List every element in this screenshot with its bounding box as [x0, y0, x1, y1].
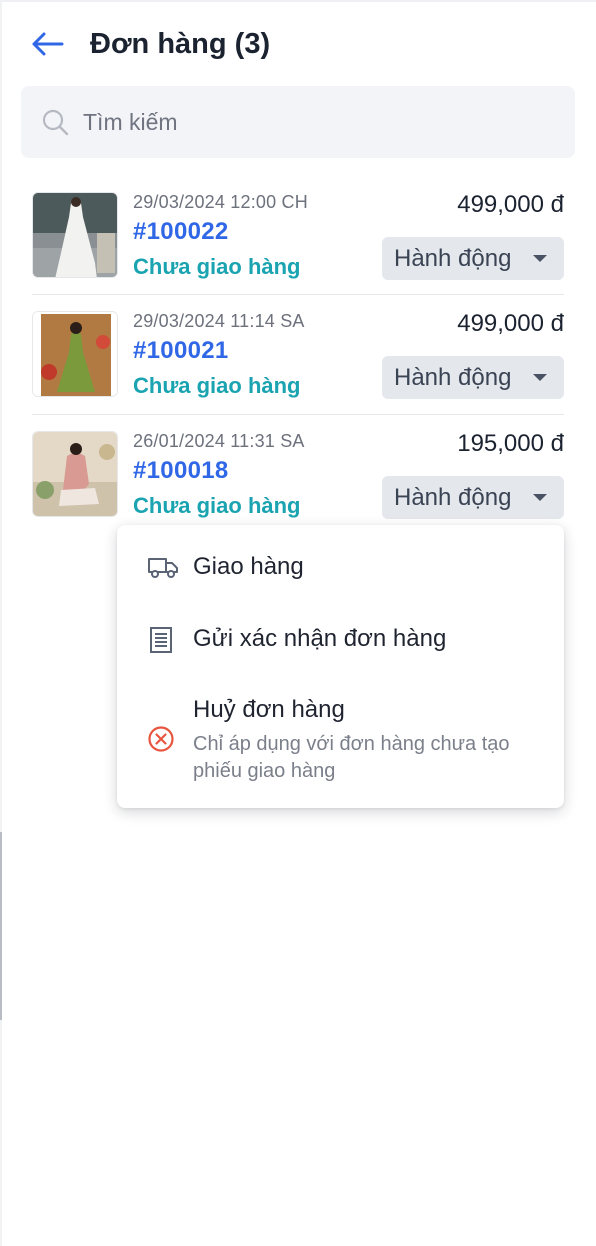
action-label: Hành động — [394, 244, 512, 272]
menu-item-deliver[interactable]: Giao hàng — [117, 551, 564, 591]
order-amount: 195,000 đ — [457, 430, 564, 457]
action-menu: Giao hàng Gửi xác nhận đơn hàng Huỷ đơn … — [117, 525, 564, 808]
frame-left-edge — [0, 0, 2, 1246]
arrow-left-icon — [32, 32, 64, 56]
order-date: 29/03/2024 11:14 SA — [133, 311, 305, 331]
chevron-down-icon — [533, 494, 547, 501]
receipt-icon — [150, 627, 172, 653]
action-dropdown-button[interactable]: Hành động — [382, 356, 564, 399]
order-status: Chưa giao hàng — [133, 254, 301, 279]
page-header: Đơn hàng (3) — [0, 0, 596, 86]
order-id-link[interactable]: #100021 — [133, 337, 229, 365]
menu-item-label: Giao hàng — [193, 553, 304, 580]
action-label: Hành động — [394, 363, 512, 391]
back-button[interactable] — [28, 26, 66, 62]
order-date: 29/03/2024 12:00 CH — [133, 192, 308, 212]
product-thumbnail — [32, 192, 118, 278]
order-id-link[interactable]: #100018 — [133, 457, 229, 485]
truck-icon — [148, 558, 178, 578]
order-row[interactable]: 29/03/2024 11:14 SA #100021 Chưa giao hà… — [32, 311, 564, 431]
menu-item-label: Huỷ đơn hàng — [193, 696, 345, 723]
scroll-indicator — [0, 832, 2, 1020]
chevron-down-icon — [533, 255, 547, 262]
menu-item-send-confirmation[interactable]: Gửi xác nhận đơn hàng — [117, 623, 564, 663]
action-dropdown-button[interactable]: Hành động — [382, 237, 564, 280]
product-thumbnail — [32, 311, 118, 397]
search-icon — [42, 109, 69, 136]
cancel-circle-icon — [148, 726, 174, 752]
order-amount: 499,000 đ — [457, 191, 564, 218]
action-label: Hành động — [394, 483, 512, 511]
page-title: Đơn hàng (3) — [90, 28, 271, 60]
search-bar[interactable] — [21, 86, 575, 158]
order-status: Chưa giao hàng — [133, 493, 301, 518]
action-dropdown-button[interactable]: Hành động — [382, 476, 564, 519]
order-date: 26/01/2024 11:31 SA — [133, 431, 305, 451]
menu-item-label: Gửi xác nhận đơn hàng — [193, 625, 447, 652]
menu-item-cancel-order[interactable]: Huỷ đơn hàng Chỉ áp dụng với đơn hàng ch… — [117, 695, 564, 787]
order-status: Chưa giao hàng — [133, 373, 301, 398]
search-input[interactable] — [83, 104, 553, 140]
product-thumbnail — [32, 431, 118, 517]
chevron-down-icon — [533, 374, 547, 381]
order-id-link[interactable]: #100022 — [133, 218, 229, 246]
divider — [32, 414, 564, 415]
menu-item-description: Chỉ áp dụng với đơn hàng chưa tạo phiếu … — [193, 733, 510, 782]
divider — [32, 294, 564, 295]
order-amount: 499,000 đ — [457, 310, 564, 337]
